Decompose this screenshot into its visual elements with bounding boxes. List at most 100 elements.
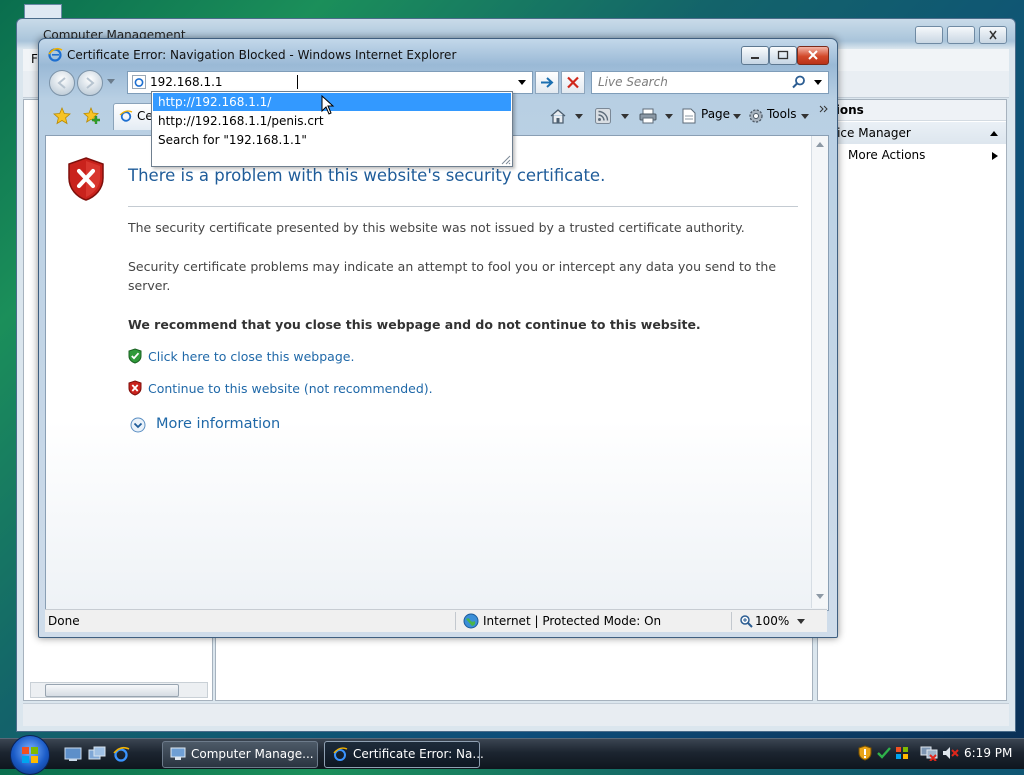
cm-close-button[interactable] bbox=[979, 26, 1007, 44]
page-ie-icon bbox=[132, 75, 146, 89]
volume-muted-icon[interactable] bbox=[942, 745, 960, 761]
scrollbar-thumb[interactable] bbox=[45, 684, 179, 697]
zoom-magnifier-icon bbox=[740, 615, 753, 628]
continue-website-link[interactable]: Continue to this website (not recommende… bbox=[148, 381, 433, 396]
minimize-icon bbox=[751, 57, 759, 59]
go-arrow-icon bbox=[541, 77, 554, 88]
actions-header: tions bbox=[818, 100, 1006, 121]
desktop: { "background_window": { "title": "Compu… bbox=[0, 0, 1024, 775]
more-information-link[interactable]: More information bbox=[156, 416, 280, 432]
stop-x-icon bbox=[567, 76, 579, 89]
system-tray: 6:19 PM bbox=[858, 741, 1024, 767]
address-dropdown-icon[interactable] bbox=[518, 80, 526, 85]
start-button[interactable] bbox=[10, 735, 50, 775]
taskbar-button-label: Computer Manage... bbox=[191, 747, 314, 761]
add-favorite-icon[interactable] bbox=[83, 107, 101, 125]
status-text: Done bbox=[48, 614, 80, 628]
security-zone-text[interactable]: Internet | Protected Mode: On bbox=[483, 614, 661, 628]
mouse-cursor-icon bbox=[321, 95, 335, 115]
print-dropdown-icon[interactable] bbox=[665, 114, 673, 119]
chevron-more-icon[interactable] bbox=[819, 105, 829, 113]
text-caret bbox=[297, 75, 298, 89]
search-provider-dropdown-icon[interactable] bbox=[814, 80, 822, 85]
submenu-arrow-icon bbox=[992, 152, 998, 160]
taskbar: Computer Manage... Certificate Error: Na… bbox=[0, 735, 1024, 775]
stop-button[interactable] bbox=[561, 71, 585, 94]
back-button[interactable] bbox=[49, 70, 75, 96]
ie-taskbar-icon bbox=[333, 747, 348, 761]
cm-status-bar bbox=[23, 703, 1009, 726]
security-shield-icon[interactable] bbox=[858, 745, 872, 761]
ie-maximize-button[interactable] bbox=[769, 46, 797, 65]
cm-tree-horizontal-scrollbar[interactable] bbox=[30, 682, 208, 698]
resize-grip-icon[interactable] bbox=[499, 153, 511, 165]
show-desktop-icon[interactable] bbox=[64, 746, 82, 762]
recommendation-text: We recommend that you close this webpage… bbox=[128, 317, 701, 332]
scroll-up-icon[interactable] bbox=[816, 142, 824, 147]
scroll-down-icon[interactable] bbox=[816, 594, 824, 599]
ie-close-button[interactable] bbox=[797, 46, 829, 65]
zoom-level[interactable]: 100% bbox=[755, 614, 789, 628]
home-icon[interactable] bbox=[549, 107, 567, 125]
taskbar-button-certificate-error[interactable]: Certificate Error: Na... bbox=[324, 741, 484, 768]
taskbar-button-label: Certificate Error: Na... bbox=[353, 747, 484, 761]
windows-update-icon[interactable] bbox=[894, 745, 910, 761]
switch-windows-icon[interactable] bbox=[88, 746, 106, 762]
error-paragraph-2: Security certificate problems may indica… bbox=[128, 259, 777, 293]
ie-window: Certificate Error: Navigation Blocked - … bbox=[38, 38, 838, 638]
close-icon bbox=[808, 50, 818, 60]
error-paragraph-1: The security certificate presented by th… bbox=[128, 220, 745, 235]
tools-dropdown-icon bbox=[801, 114, 809, 119]
cm-menu-file[interactable]: F bbox=[31, 52, 38, 66]
search-icon[interactable] bbox=[792, 75, 806, 89]
globe-icon bbox=[463, 613, 479, 629]
tab-ie-icon bbox=[119, 110, 133, 122]
print-icon[interactable] bbox=[639, 108, 657, 124]
actions-device-manager[interactable]: vice Manager bbox=[818, 122, 1006, 144]
network-check-icon[interactable] bbox=[876, 745, 892, 761]
gear-icon bbox=[749, 109, 763, 123]
cm-maximize-button[interactable] bbox=[947, 26, 975, 44]
cm-actions-pane: tions vice Manager More Actions bbox=[817, 99, 1007, 701]
address-input[interactable]: 192.168.1.1 bbox=[150, 75, 223, 89]
ie-minimize-button[interactable] bbox=[741, 46, 769, 65]
forward-button[interactable] bbox=[77, 70, 103, 96]
cm-minimize-button[interactable] bbox=[915, 26, 943, 44]
feeds-dropdown-icon[interactable] bbox=[621, 114, 629, 119]
forward-arrow-icon bbox=[86, 77, 95, 89]
back-arrow-icon bbox=[57, 77, 66, 89]
error-heading: There is a problem with this website's s… bbox=[128, 166, 606, 185]
network-disconnected-icon[interactable] bbox=[920, 745, 938, 761]
ie-logo-icon bbox=[48, 47, 63, 62]
shield-check-icon bbox=[128, 348, 142, 364]
divider bbox=[128, 206, 798, 207]
search-input[interactable]: Live Search bbox=[598, 75, 668, 89]
close-webpage-link[interactable]: Click here to close this webpage. bbox=[148, 349, 354, 364]
expand-chevron-icon[interactable] bbox=[130, 417, 146, 433]
maximize-icon bbox=[777, 50, 789, 60]
computer-management-icon bbox=[170, 747, 186, 760]
close-icon bbox=[989, 30, 997, 40]
shield-error-icon bbox=[68, 157, 104, 201]
page-content: There is a problem with this website's s… bbox=[45, 135, 829, 611]
feeds-icon[interactable] bbox=[595, 108, 611, 124]
status-separator bbox=[455, 612, 456, 630]
ie-status-bar: Done Internet | Protected Mode: On 100% bbox=[45, 609, 827, 632]
zoom-dropdown-icon[interactable] bbox=[797, 619, 805, 624]
windows-logo-icon bbox=[22, 747, 38, 763]
page-dropdown-icon bbox=[733, 114, 741, 119]
favorites-star-icon[interactable] bbox=[53, 107, 71, 125]
tools-menu-button[interactable]: Tools bbox=[767, 107, 797, 121]
content-vertical-scrollbar[interactable] bbox=[811, 136, 828, 608]
autocomplete-item[interactable]: Search for "192.168.1.1" bbox=[153, 131, 511, 149]
home-dropdown-icon[interactable] bbox=[575, 114, 583, 119]
search-box[interactable]: Live Search bbox=[591, 71, 829, 94]
actions-more-actions[interactable]: More Actions bbox=[848, 148, 925, 162]
clock[interactable]: 6:19 PM bbox=[964, 746, 1012, 760]
page-menu-button[interactable]: Page bbox=[701, 107, 730, 121]
go-button[interactable] bbox=[535, 71, 559, 94]
ie-quicklaunch-icon[interactable] bbox=[112, 745, 130, 763]
shield-x-icon bbox=[128, 380, 142, 396]
taskbar-button-computer-management[interactable]: Computer Manage... bbox=[162, 741, 318, 768]
recent-pages-dropdown-icon[interactable] bbox=[107, 79, 115, 85]
